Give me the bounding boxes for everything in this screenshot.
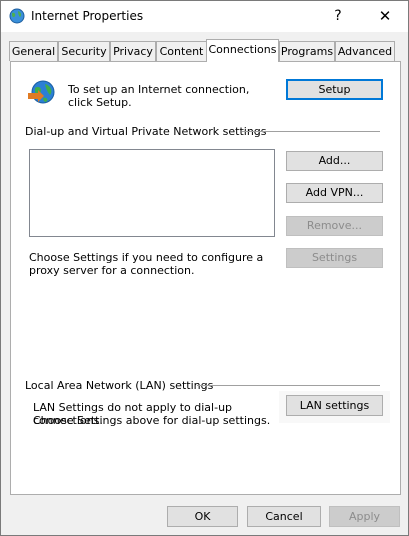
add-button[interactable]: Add... [286, 151, 383, 171]
lan-settings-button[interactable]: LAN settings [286, 395, 383, 416]
tab-privacy[interactable]: Privacy [110, 41, 156, 61]
settings-button[interactable]: Settings [286, 248, 383, 268]
tab-security[interactable]: Security [58, 41, 110, 61]
tab-general[interactable]: General [9, 41, 58, 61]
window-title: Internet Properties [31, 9, 144, 23]
ok-button[interactable]: OK [167, 506, 238, 527]
title-bar: Internet Properties ? ✕ [1, 1, 408, 32]
dialup-divider [242, 131, 380, 132]
cancel-button[interactable]: Cancel [247, 506, 321, 527]
dialup-section-label: Dial-up and Virtual Private Network sett… [25, 125, 267, 138]
internet-properties-dialog: Internet Properties ? ✕ General Security… [0, 0, 409, 536]
setup-button[interactable]: Setup [286, 79, 383, 100]
tab-connections[interactable]: Connections [206, 39, 279, 62]
setup-instructions: To set up an Internet connection, click … [68, 83, 250, 109]
connections-panel: To set up an Internet connection, click … [10, 61, 401, 495]
add-vpn-button[interactable]: Add VPN... [286, 183, 383, 203]
apply-button[interactable]: Apply [329, 506, 400, 527]
lan-info-line2: Choose Settings above for dial-up settin… [33, 414, 271, 427]
proxy-instructions: Choose Settings if you need to configure… [29, 251, 264, 277]
connections-listbox[interactable] [29, 149, 275, 237]
tab-content[interactable]: Content [156, 41, 207, 61]
network-globe-icon [25, 78, 57, 110]
tab-programs[interactable]: Programs [279, 41, 335, 61]
tab-advanced[interactable]: Advanced [335, 41, 395, 61]
help-button[interactable]: ? [315, 1, 361, 32]
lan-divider [197, 385, 380, 386]
lan-section-label: Local Area Network (LAN) settings [25, 379, 214, 392]
internet-globe-icon [9, 8, 25, 24]
close-button[interactable]: ✕ [362, 1, 408, 32]
remove-button[interactable]: Remove... [286, 216, 383, 236]
